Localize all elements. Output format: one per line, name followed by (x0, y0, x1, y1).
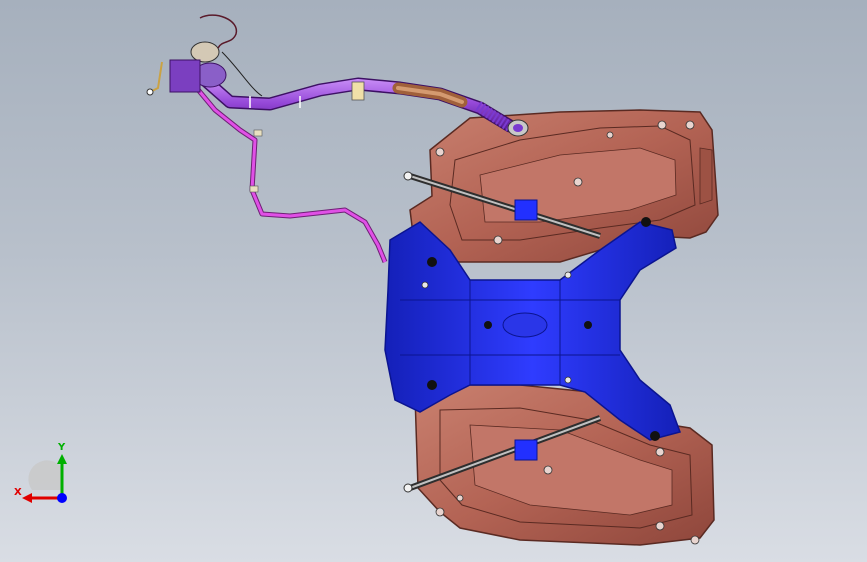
y-axis-arrow (57, 454, 67, 464)
x-axis-label: X (14, 487, 22, 498)
z-axis-dot (57, 493, 67, 503)
tank-inlet-port[interactable] (507, 119, 529, 137)
3d-model-viewport[interactable]: Y X (0, 0, 867, 562)
vent-line-tube[interactable] (188, 78, 388, 263)
fuel-tank-assembly-model[interactable] (0, 0, 867, 562)
filler-head-assembly[interactable] (146, 14, 263, 97)
triad-plane-indicator (28, 460, 62, 490)
coordinate-triad: Y X (14, 442, 67, 503)
x-axis-arrow (22, 493, 32, 503)
y-axis-label: Y (57, 442, 66, 453)
